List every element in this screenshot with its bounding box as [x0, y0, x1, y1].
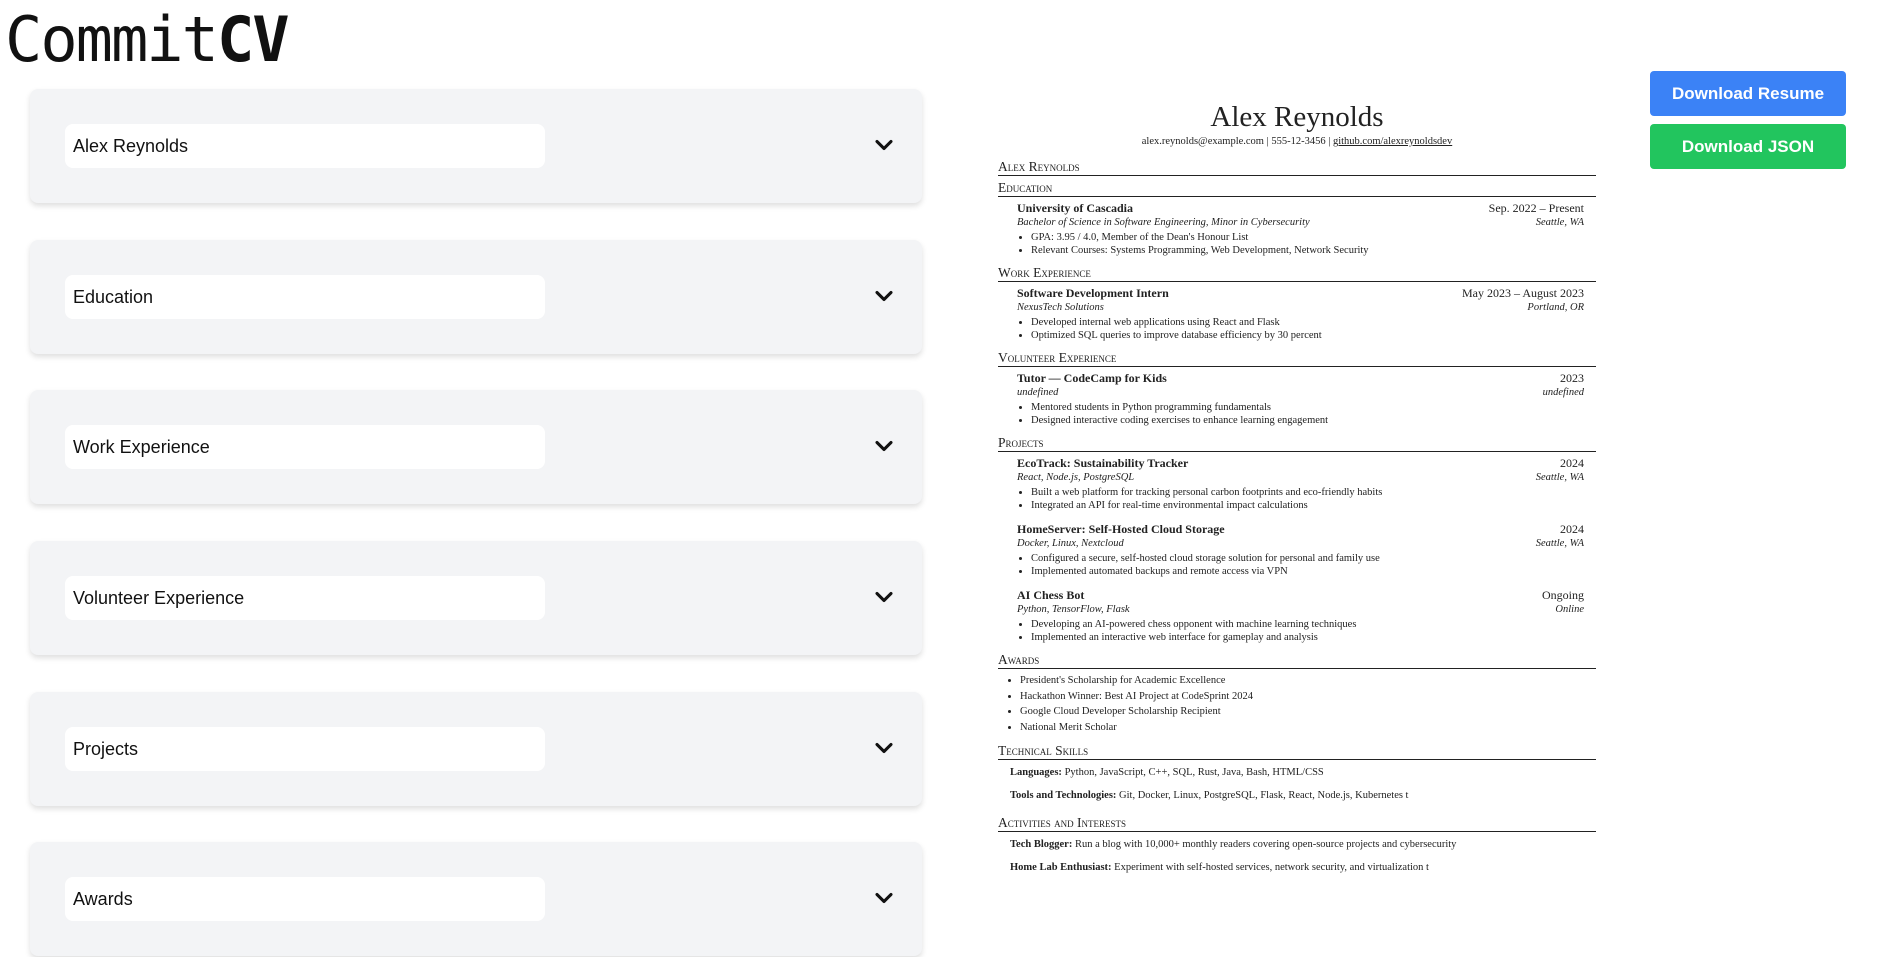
entry-date: Sep. 2022 – Present	[1488, 201, 1584, 215]
entry-bullet: Relevant Courses: Systems Programming, W…	[1031, 244, 1584, 257]
entry-subtitle: Docker, Linux, Nextcloud	[1017, 538, 1124, 549]
entry-bullet: Built a web platform for tracking person…	[1031, 486, 1584, 499]
award-item: President's Scholarship for Academic Exc…	[1020, 673, 1596, 689]
activity-value: Run a blog with 10,000+ monthly readers …	[1074, 839, 1457, 850]
entry-title: Tutor — CodeCamp for Kids	[1017, 371, 1167, 385]
entry-location: undefined	[1542, 387, 1584, 398]
entry-title: EcoTrack: Sustainability Tracker	[1017, 456, 1189, 470]
resume-entry: University of Cascadia Sep. 2022 – Presen…	[998, 197, 1596, 257]
award-item: Hackathon Winner: Best AI Project at Cod…	[1020, 689, 1596, 705]
resume-phone: 555-12-3456	[1271, 136, 1326, 147]
entry-title: University of Cascadia	[1017, 201, 1133, 215]
resume-section-title: Technical Skills	[998, 743, 1596, 760]
skill-row: Languages: Python, JavaScript, C++, SQL,…	[998, 766, 1596, 780]
skill-label: Tools and Technologies:	[1010, 790, 1117, 801]
entry-bullet: Mentored students in Python programming …	[1031, 401, 1584, 414]
resume-section-title: Work Experience	[998, 265, 1596, 282]
chevron-down-icon[interactable]	[870, 432, 898, 460]
download-json-button[interactable]: Download JSON	[1650, 124, 1846, 169]
entry-bullet: Developing an AI-powered chess opponent …	[1031, 618, 1584, 631]
activity-value: Experiment with self-hosted services, ne…	[1114, 862, 1429, 873]
resume-section-title: Activities and Interests	[998, 815, 1596, 832]
chevron-down-icon[interactable]	[870, 734, 898, 762]
activity-row: Tech Blogger: Run a blog with 10,000+ mo…	[998, 838, 1596, 852]
entry-bullet: Integrated an API for real-time environm…	[1031, 499, 1584, 512]
entry-bullet: Developed internal web applications usin…	[1031, 316, 1584, 329]
section-card-work-experience: Work Experience	[30, 390, 922, 504]
skill-value: Python, JavaScript, C++, SQL, Rust, Java…	[1064, 767, 1324, 778]
award-item: Google Cloud Developer Scholarship Recip…	[1020, 704, 1596, 720]
logo-text-bold: CV	[216, 3, 290, 76]
section-card-awards: Awards	[30, 842, 922, 956]
resume-contact: alex.reynolds@example.com | 555-12-3456 …	[998, 135, 1596, 149]
entry-subtitle: React, Node.js, PostgreSQL	[1017, 472, 1135, 483]
app-logo: CommitCV	[5, 3, 290, 77]
section-card-volunteer-experience: Volunteer Experience	[30, 541, 922, 655]
section-title-input[interactable]: Projects	[65, 727, 545, 771]
entry-date: 2024	[1560, 522, 1584, 536]
resume-section-title: Projects	[998, 435, 1596, 452]
section-card-header: Alex Reynolds	[30, 89, 922, 203]
logo-text-light: Commit	[5, 3, 219, 76]
award-item: National Merit Scholar	[1020, 720, 1596, 736]
resume-github-link[interactable]: github.com/alexreynoldsdev	[1333, 136, 1452, 147]
skill-row: Tools and Technologies: Git, Docker, Lin…	[998, 789, 1596, 803]
resume-section-title: Volunteer Experience	[998, 350, 1596, 367]
section-title-input[interactable]: Volunteer Experience	[65, 576, 545, 620]
resume-email[interactable]: alex.reynolds@example.com	[1142, 136, 1264, 147]
entry-subtitle: Bachelor of Science in Software Engineer…	[1017, 217, 1310, 228]
entry-date: Ongoing	[1542, 588, 1584, 602]
resume-section-title: Education	[998, 180, 1596, 197]
entry-location: Seattle, WA	[1535, 217, 1584, 228]
entry-bullet: Configured a secure, self-hosted cloud s…	[1031, 552, 1584, 565]
activity-label: Home Lab Enthusiast:	[1010, 862, 1112, 873]
resume-section-title: Alex Reynolds	[998, 159, 1596, 176]
entry-date: 2024	[1560, 456, 1584, 470]
resume-entry: HomeServer: Self-Hosted Cloud Storage 202…	[998, 512, 1596, 578]
resume-entry: EcoTrack: Sustainability Tracker 2024 Rea…	[998, 452, 1596, 512]
chevron-down-icon[interactable]	[870, 131, 898, 159]
entry-bullet: GPA: 3.95 / 4.0, Member of the Dean's Ho…	[1031, 231, 1584, 244]
entry-bullet: Implemented an interactive web interface…	[1031, 631, 1584, 644]
entry-subtitle: NexusTech Solutions	[1017, 302, 1104, 313]
entry-location: Seattle, WA	[1535, 472, 1584, 483]
entry-subtitle: Python, TensorFlow, Flask	[1017, 604, 1130, 615]
entry-title: Software Development Intern	[1017, 286, 1169, 300]
section-title-input[interactable]: Education	[65, 275, 545, 319]
chevron-down-icon[interactable]	[870, 884, 898, 912]
resume-preview: Alex Reynolds alex.reynolds@example.com …	[998, 100, 1596, 875]
resume-section-title: Awards	[998, 652, 1596, 669]
entry-date: 2023	[1560, 371, 1584, 385]
section-card-projects: Projects	[30, 692, 922, 806]
resume-name: Alex Reynolds	[1210, 101, 1384, 133]
resume-entry: AI Chess Bot Ongoing Python, TensorFlow, …	[998, 578, 1596, 644]
section-title-input[interactable]: Work Experience	[65, 425, 545, 469]
skill-value: Git, Docker, Linux, PostgreSQL, Flask, R…	[1119, 790, 1409, 801]
entry-title: HomeServer: Self-Hosted Cloud Storage	[1017, 522, 1225, 536]
entry-subtitle: undefined	[1017, 387, 1059, 398]
section-title-input[interactable]: Alex Reynolds	[65, 124, 545, 168]
entry-date: May 2023 – August 2023	[1461, 286, 1584, 300]
entry-bullet: Designed interactive coding exercises to…	[1031, 414, 1584, 427]
resume-entry: Software Development Intern May 2023 – Au…	[998, 282, 1596, 342]
chevron-down-icon[interactable]	[870, 282, 898, 310]
section-card-education: Education	[30, 240, 922, 354]
entry-bullet: Optimized SQL queries to improve databas…	[1031, 329, 1584, 342]
download-resume-button[interactable]: Download Resume	[1650, 71, 1846, 116]
entry-location: Online	[1555, 604, 1584, 615]
awards-list: President's Scholarship for Academic Exc…	[998, 673, 1596, 735]
contact-separator: |	[1325, 136, 1333, 147]
entry-title: AI Chess Bot	[1017, 588, 1085, 602]
entry-location: Portland, OR	[1527, 302, 1584, 313]
chevron-down-icon[interactable]	[870, 583, 898, 611]
entry-bullet: Implemented automated backups and remote…	[1031, 565, 1584, 578]
activity-label: Tech Blogger:	[1010, 839, 1073, 850]
resume-entry: Tutor — CodeCamp for Kids 2023 undefined u…	[998, 367, 1596, 427]
skill-label: Languages:	[1010, 767, 1062, 778]
activity-row: Home Lab Enthusiast: Experiment with sel…	[998, 861, 1596, 875]
entry-location: Seattle, WA	[1535, 538, 1584, 549]
section-title-input[interactable]: Awards	[65, 877, 545, 921]
